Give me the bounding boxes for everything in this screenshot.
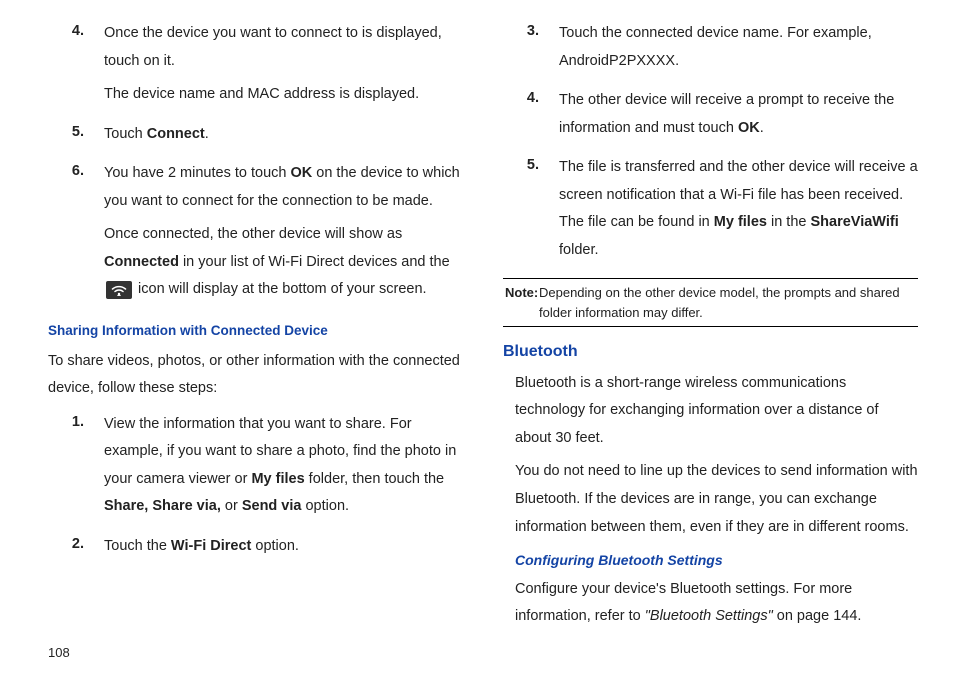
- list-body: Once the device you want to connect to i…: [104, 18, 463, 115]
- list-item: 1.View the information that you want to …: [48, 409, 463, 527]
- list-item: 3.Touch the connected device name. For e…: [503, 18, 918, 81]
- note-label: Note:: [505, 283, 538, 303]
- text: or: [221, 498, 242, 514]
- bold-text: ShareViaWifi: [811, 214, 899, 230]
- text: folder.: [559, 242, 599, 258]
- list-number: 5.: [503, 152, 559, 270]
- bold-text: OK: [738, 120, 760, 136]
- list-number: 6.: [48, 158, 104, 310]
- paragraph: The file is transferred and the other de…: [559, 154, 918, 264]
- list-item: 2.Touch the Wi-Fi Direct option.: [48, 531, 463, 567]
- text: in the: [767, 214, 811, 230]
- paragraph: Bluetooth is a short-range wireless comm…: [503, 370, 918, 453]
- text: Touch: [104, 126, 147, 142]
- list-body: The file is transferred and the other de…: [559, 152, 918, 270]
- ordered-list: 1.View the information that you want to …: [48, 409, 463, 567]
- text: You have 2 minutes to touch: [104, 165, 290, 181]
- list-body: The other device will receive a prompt t…: [559, 85, 918, 148]
- list-item: 5.Touch Connect.: [48, 119, 463, 155]
- note-box: Note: Depending on the other device mode…: [503, 278, 918, 327]
- paragraph: Touch the connected device name. For exa…: [559, 20, 918, 75]
- list-body: View the information that you want to sh…: [104, 409, 463, 527]
- text: option.: [301, 498, 349, 514]
- paragraph: Touch the Wi-Fi Direct option.: [104, 533, 463, 561]
- text: Once the device you want to connect to i…: [104, 25, 442, 69]
- list-item: 6.You have 2 minutes to touch OK on the …: [48, 158, 463, 310]
- left-column: 4.Once the device you want to connect to…: [48, 18, 463, 637]
- paragraph: Configure your device's Bluetooth settin…: [503, 576, 918, 631]
- bold-text: Send via: [242, 498, 302, 514]
- bold-text: Share, Share via,: [104, 498, 221, 514]
- heading-configuring: Configuring Bluetooth Settings: [503, 547, 918, 574]
- text: in your list of Wi-Fi Direct devices and…: [179, 254, 450, 270]
- list-number: 2.: [48, 531, 104, 567]
- paragraph: Once connected, the other device will sh…: [104, 221, 463, 304]
- paragraph: The device name and MAC address is displ…: [104, 81, 463, 109]
- paragraph: The other device will receive a prompt t…: [559, 87, 918, 142]
- bold-text: Connected: [104, 254, 179, 270]
- text: folder, then touch the: [305, 471, 444, 487]
- heading-bluetooth: Bluetooth: [503, 337, 918, 367]
- ordered-list: 4.Once the device you want to connect to…: [48, 18, 463, 310]
- right-column: 3.Touch the connected device name. For e…: [503, 18, 918, 637]
- list-number: 1.: [48, 409, 104, 527]
- list-item: 4.Once the device you want to connect to…: [48, 18, 463, 115]
- reference-link: "Bluetooth Settings": [645, 608, 777, 624]
- text: The other device will receive a prompt t…: [559, 92, 894, 136]
- page-content: 4.Once the device you want to connect to…: [0, 0, 954, 645]
- wifi-direct-icon: [106, 281, 132, 299]
- text: option.: [251, 538, 299, 554]
- text: .: [760, 120, 764, 136]
- list-body: Touch Connect.: [104, 119, 463, 155]
- list-body: Touch the connected device name. For exa…: [559, 18, 918, 81]
- text: icon will display at the bottom of your …: [134, 281, 427, 297]
- paragraph: View the information that you want to sh…: [104, 411, 463, 521]
- bold-text: My files: [714, 214, 767, 230]
- list-number: 3.: [503, 18, 559, 81]
- text: Once connected, the other device will sh…: [104, 226, 402, 242]
- bold-text: OK: [290, 165, 312, 181]
- bold-text: Wi-Fi Direct: [171, 538, 251, 554]
- text: The device name and MAC address is displ…: [104, 86, 419, 102]
- sharing-intro: To share videos, photos, or other inform…: [48, 348, 463, 403]
- paragraph: Touch Connect.: [104, 121, 463, 149]
- heading-sharing: Sharing Information with Connected Devic…: [48, 318, 463, 344]
- text: Touch the connected device name. For exa…: [559, 25, 872, 69]
- bold-text: My files: [251, 471, 304, 487]
- text: on page 144.: [777, 608, 862, 624]
- list-item: 5.The file is transferred and the other …: [503, 152, 918, 270]
- list-number: 4.: [503, 85, 559, 148]
- list-number: 4.: [48, 18, 104, 115]
- list-body: Touch the Wi-Fi Direct option.: [104, 531, 463, 567]
- note-body: Depending on the other device model, the…: [505, 283, 916, 322]
- paragraph: You do not need to line up the devices t…: [503, 458, 918, 541]
- paragraph: You have 2 minutes to touch OK on the de…: [104, 160, 463, 215]
- paragraph: Once the device you want to connect to i…: [104, 20, 463, 75]
- page-number: 108: [0, 645, 954, 676]
- list-number: 5.: [48, 119, 104, 155]
- text: Touch the: [104, 538, 171, 554]
- ordered-list: 3.Touch the connected device name. For e…: [503, 18, 918, 270]
- list-body: You have 2 minutes to touch OK on the de…: [104, 158, 463, 310]
- list-item: 4.The other device will receive a prompt…: [503, 85, 918, 148]
- bold-text: Connect: [147, 126, 205, 142]
- text: .: [205, 126, 209, 142]
